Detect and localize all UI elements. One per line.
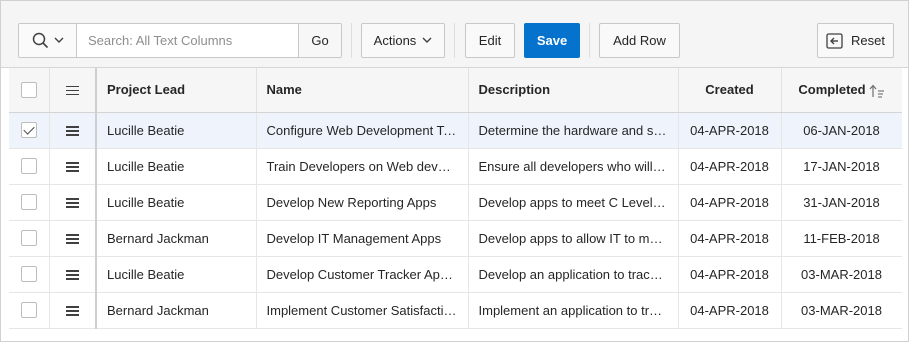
row-checkbox[interactable] xyxy=(20,266,37,283)
table-row[interactable]: Lucille Beatie Develop New Reporting Apps… xyxy=(9,184,902,221)
cell-created[interactable]: 04-APR-2018 xyxy=(678,220,782,257)
table-row[interactable]: Lucille Beatie Develop Customer Tracker A… xyxy=(9,256,902,293)
search-input[interactable] xyxy=(77,24,299,57)
row-actions-cell xyxy=(49,220,97,257)
table-row[interactable]: Bernard Jackman Develop IT Management App… xyxy=(9,220,902,257)
header-row: Project Lead Name Description Created Co… xyxy=(9,68,902,113)
cell-created[interactable]: 04-APR-2018 xyxy=(678,148,782,185)
grid-table: Project Lead Name Description Created Co… xyxy=(9,68,902,329)
cell-created[interactable]: 04-APR-2018 xyxy=(678,184,782,221)
chevron-down-icon xyxy=(54,37,63,43)
table-row[interactable]: Lucille Beatie Train Developers on Web de… xyxy=(9,148,902,185)
cell-project-lead[interactable]: Lucille Beatie xyxy=(96,148,257,185)
cell-project-lead[interactable]: Bernard Jackman xyxy=(96,292,257,329)
cell-description[interactable]: Develop apps to allow IT to manage xyxy=(468,220,679,257)
cell-created[interactable]: 04-APR-2018 xyxy=(678,292,782,329)
chevron-down-icon xyxy=(422,37,432,43)
add-row-button[interactable]: Add Row xyxy=(599,23,680,58)
row-checkbox[interactable] xyxy=(20,194,37,211)
cell-project-lead[interactable]: Lucille Beatie xyxy=(96,256,257,293)
select-all-checkbox[interactable] xyxy=(20,82,37,99)
row-actions-cell xyxy=(49,184,97,221)
cell-created[interactable]: 04-APR-2018 xyxy=(678,256,782,293)
cell-completed[interactable]: 03-MAR-2018 xyxy=(781,292,902,329)
column-header-description[interactable]: Description xyxy=(468,68,679,113)
row-actions-cell xyxy=(49,148,97,185)
search-icon xyxy=(32,32,48,49)
column-header-completed[interactable]: Completed xyxy=(781,68,902,113)
cell-completed[interactable]: 31-JAN-2018 xyxy=(781,184,902,221)
toolbar-divider xyxy=(351,23,352,58)
toolbar-divider xyxy=(589,23,590,58)
row-select-cell xyxy=(9,292,50,329)
cell-name[interactable]: Implement Customer Satisfaction Survey xyxy=(256,292,469,329)
row-actions-cell xyxy=(49,112,97,149)
row-actions-menu-icon[interactable] xyxy=(65,306,79,316)
go-button[interactable]: Go xyxy=(298,24,341,57)
grid-body: Lucille Beatie Configure Web Development … xyxy=(9,112,902,329)
row-select-cell xyxy=(9,184,50,221)
column-header-created[interactable]: Created xyxy=(678,68,782,113)
cell-name[interactable]: Train Developers on Web development tool… xyxy=(256,148,469,185)
row-actions-menu-icon[interactable] xyxy=(65,270,79,280)
cell-project-lead[interactable]: Bernard Jackman xyxy=(96,220,257,257)
row-actions-menu-icon[interactable] xyxy=(65,198,79,208)
reset-label: Reset xyxy=(851,33,885,48)
cell-project-lead[interactable]: Lucille Beatie xyxy=(96,112,257,149)
cell-completed[interactable]: 03-MAR-2018 xyxy=(781,256,902,293)
select-all-cell xyxy=(9,68,50,113)
row-select-cell xyxy=(9,256,50,293)
column-header-completed-label: Completed xyxy=(798,81,866,97)
interactive-grid: Go Actions Edit Save Add Row Reset xyxy=(0,0,909,342)
row-actions-cell xyxy=(49,256,97,293)
save-button[interactable]: Save xyxy=(524,23,580,58)
cell-description[interactable]: Develop apps to meet C Level reporting r… xyxy=(468,184,679,221)
reset-icon xyxy=(826,32,843,49)
row-actions-menu-icon[interactable] xyxy=(65,234,79,244)
table-row[interactable]: Bernard Jackman Implement Customer Satisf… xyxy=(9,292,902,329)
row-select-cell xyxy=(9,220,50,257)
cell-name[interactable]: Configure Web Development Tools xyxy=(256,112,469,149)
row-actions-cell xyxy=(49,292,97,329)
table-row[interactable]: Lucille Beatie Configure Web Development … xyxy=(9,112,902,149)
sort-ascending-icon xyxy=(869,84,884,98)
edit-button[interactable]: Edit xyxy=(465,23,515,58)
actions-menu-button[interactable]: Actions xyxy=(361,23,445,58)
cell-completed[interactable]: 17-JAN-2018 xyxy=(781,148,902,185)
row-actions-menu-icon[interactable] xyxy=(65,126,79,136)
cell-created[interactable]: 04-APR-2018 xyxy=(678,112,782,149)
data-grid: Project Lead Name Description Created Co… xyxy=(9,68,902,340)
column-header-name[interactable]: Name xyxy=(256,68,469,113)
cell-completed[interactable]: 06-JAN-2018 xyxy=(781,112,902,149)
cell-completed[interactable]: 11-FEB-2018 xyxy=(781,220,902,257)
cell-name[interactable]: Develop New Reporting Apps xyxy=(256,184,469,221)
cell-description[interactable]: Determine the hardware and software requ… xyxy=(468,112,679,149)
search-bar: Go xyxy=(18,23,342,58)
cell-description[interactable]: Ensure all developers who will be using … xyxy=(468,148,679,185)
row-checkbox[interactable] xyxy=(20,230,37,247)
grid-toolbar: Go Actions Edit Save Add Row Reset xyxy=(1,1,908,68)
search-column-selector[interactable] xyxy=(19,24,77,57)
row-select-cell xyxy=(9,148,50,185)
reset-button[interactable]: Reset xyxy=(817,23,894,58)
actions-label: Actions xyxy=(373,33,417,48)
menu-icon[interactable] xyxy=(65,85,79,96)
cell-description[interactable]: Implement an application to track satisf… xyxy=(468,292,679,329)
toolbar-divider xyxy=(454,23,455,58)
row-actions-menu-icon[interactable] xyxy=(65,162,79,172)
cell-project-lead[interactable]: Lucille Beatie xyxy=(96,184,257,221)
row-checkbox[interactable] xyxy=(20,158,37,175)
row-checkbox[interactable] xyxy=(20,302,37,319)
row-actions-header xyxy=(49,68,97,113)
cell-description[interactable]: Develop an application to track customer… xyxy=(468,256,679,293)
row-checkbox[interactable] xyxy=(20,122,37,139)
cell-name[interactable]: Develop Customer Tracker Application xyxy=(256,256,469,293)
row-select-cell xyxy=(9,112,50,149)
column-header-project-lead[interactable]: Project Lead xyxy=(96,68,257,113)
cell-name[interactable]: Develop IT Management Apps xyxy=(256,220,469,257)
